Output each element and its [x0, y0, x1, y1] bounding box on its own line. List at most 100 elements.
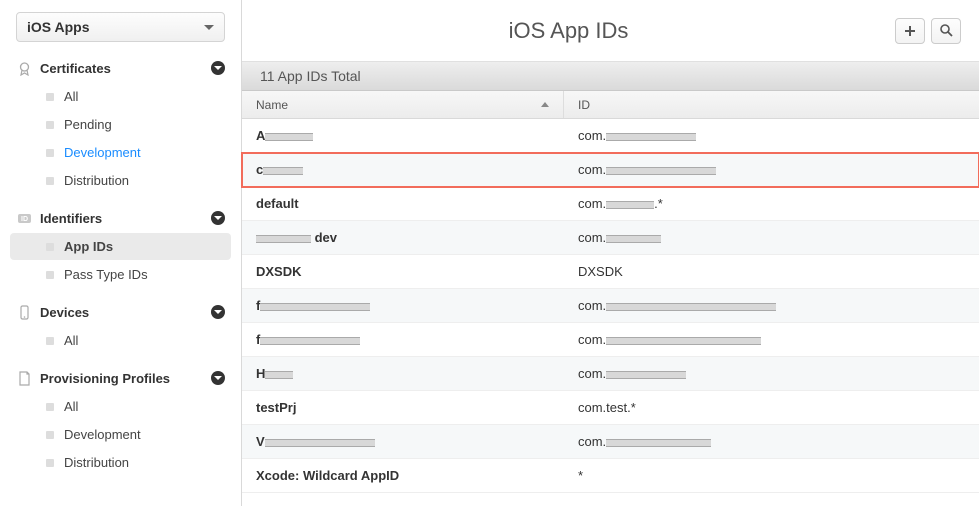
table-row[interactable]: ccom. — [242, 153, 979, 187]
table-row[interactable]: defaultcom..* — [242, 187, 979, 221]
cell-id: com. — [564, 230, 979, 245]
add-button[interactable] — [895, 18, 925, 44]
cell-id: com.test.* — [564, 400, 979, 415]
section-header-devices[interactable]: Devices — [0, 298, 241, 326]
column-header-id[interactable]: ID — [564, 91, 979, 118]
device-icon — [16, 304, 32, 320]
column-label: Name — [256, 98, 288, 112]
plus-icon — [904, 25, 916, 37]
bullet-icon — [46, 93, 54, 101]
certificate-icon — [16, 60, 32, 76]
section-label: Provisioning Profiles — [40, 371, 211, 386]
cell-id: com..* — [564, 196, 979, 211]
section-header-certificates[interactable]: Certificates — [0, 54, 241, 82]
redacted-text — [606, 133, 696, 141]
bullet-icon — [46, 177, 54, 185]
bullet-icon — [46, 121, 54, 129]
sidebar-item-label: All — [64, 399, 78, 414]
sidebar-item-distribution[interactable]: Distribution — [10, 449, 231, 476]
sidebar-section: Provisioning Profiles All Development Distr… — [0, 364, 241, 476]
sidebar-section: Devices All — [0, 298, 241, 354]
bullet-icon — [46, 403, 54, 411]
bullet-icon — [46, 243, 54, 251]
sidebar-item-pending[interactable]: Pending — [10, 111, 231, 138]
column-header-name[interactable]: Name — [242, 91, 564, 118]
column-label: ID — [578, 98, 590, 112]
cell-name: c — [242, 162, 564, 177]
cell-id: com. — [564, 366, 979, 381]
redacted-text — [606, 439, 711, 447]
section-label: Identifiers — [40, 211, 211, 226]
table-row[interactable]: devcom. — [242, 221, 979, 255]
sidebar: iOS Apps Certificates All Pending Developme… — [0, 0, 242, 506]
table-row[interactable]: DXSDKDXSDK — [242, 255, 979, 289]
chevron-down-icon — [204, 25, 214, 30]
sidebar-item-label: Distribution — [64, 173, 129, 188]
table-row[interactable]: Xcode: Wildcard AppID* — [242, 459, 979, 493]
dropdown-label: iOS Apps — [27, 19, 90, 35]
redacted-text — [263, 167, 303, 175]
sidebar-item-label: App IDs — [64, 239, 113, 254]
table-header: Name ID — [242, 91, 979, 119]
redacted-text — [265, 371, 293, 379]
sidebar-item-label: Development — [64, 427, 141, 442]
table-row[interactable]: Acom. — [242, 119, 979, 153]
sidebar-item-pass-type-ids[interactable]: Pass Type IDs — [10, 261, 231, 288]
redacted-text — [260, 337, 360, 345]
section-header-provisioning-profiles[interactable]: Provisioning Profiles — [0, 364, 241, 392]
redacted-text — [256, 235, 311, 243]
id-icon: ID — [16, 210, 32, 226]
bullet-icon — [46, 459, 54, 467]
svg-text:ID: ID — [21, 216, 28, 223]
search-button[interactable] — [931, 18, 961, 44]
section-header-identifiers[interactable]: ID Identifiers — [0, 204, 241, 232]
sidebar-item-all[interactable]: All — [10, 393, 231, 420]
redacted-text — [265, 439, 375, 447]
redacted-text — [606, 167, 716, 175]
cell-name: V — [242, 434, 564, 449]
table-row[interactable]: fcom. — [242, 323, 979, 357]
redacted-text — [606, 371, 686, 379]
table-row[interactable]: Vcom. — [242, 425, 979, 459]
table-row[interactable]: fcom. — [242, 289, 979, 323]
redacted-text — [606, 337, 761, 345]
cell-name: f — [242, 332, 564, 347]
sidebar-item-distribution[interactable]: Distribution — [10, 167, 231, 194]
main-panel: iOS App IDs 11 App IDs Total Name ID Aco… — [242, 0, 979, 506]
redacted-text — [606, 303, 776, 311]
bullet-icon — [46, 149, 54, 157]
sidebar-section: ID Identifiers App IDs Pass Type IDs — [0, 204, 241, 288]
redacted-text — [606, 235, 661, 243]
app-category-dropdown[interactable]: iOS Apps — [16, 12, 225, 42]
search-icon — [940, 24, 953, 37]
chevron-down-icon — [211, 371, 225, 385]
cell-name: f — [242, 298, 564, 313]
sidebar-item-label: Development — [64, 145, 141, 160]
cell-id: com. — [564, 162, 979, 177]
sidebar-item-app-ids[interactable]: App IDs — [10, 233, 231, 260]
redacted-text — [606, 201, 654, 209]
sidebar-item-label: All — [64, 333, 78, 348]
main-header: iOS App IDs — [242, 0, 979, 62]
cell-name: testPrj — [242, 400, 564, 415]
profile-icon — [16, 370, 32, 386]
sidebar-item-development[interactable]: Development — [10, 421, 231, 448]
sidebar-item-label: Pending — [64, 117, 112, 132]
bullet-icon — [46, 431, 54, 439]
redacted-text — [260, 303, 370, 311]
header-actions — [895, 18, 961, 44]
cell-id: DXSDK — [564, 264, 979, 279]
sidebar-item-all[interactable]: All — [10, 327, 231, 354]
cell-id: com. — [564, 434, 979, 449]
cell-name: Xcode: Wildcard AppID — [242, 468, 564, 483]
sidebar-item-development[interactable]: Development — [10, 139, 231, 166]
cell-id: com. — [564, 332, 979, 347]
table-row[interactable]: Hcom. — [242, 357, 979, 391]
cell-name: dev — [242, 230, 564, 245]
section-label: Devices — [40, 305, 211, 320]
cell-name: H — [242, 366, 564, 381]
table-row[interactable]: testPrjcom.test.* — [242, 391, 979, 425]
sidebar-item-all[interactable]: All — [10, 83, 231, 110]
cell-id: com. — [564, 298, 979, 313]
section-label: Certificates — [40, 61, 211, 76]
